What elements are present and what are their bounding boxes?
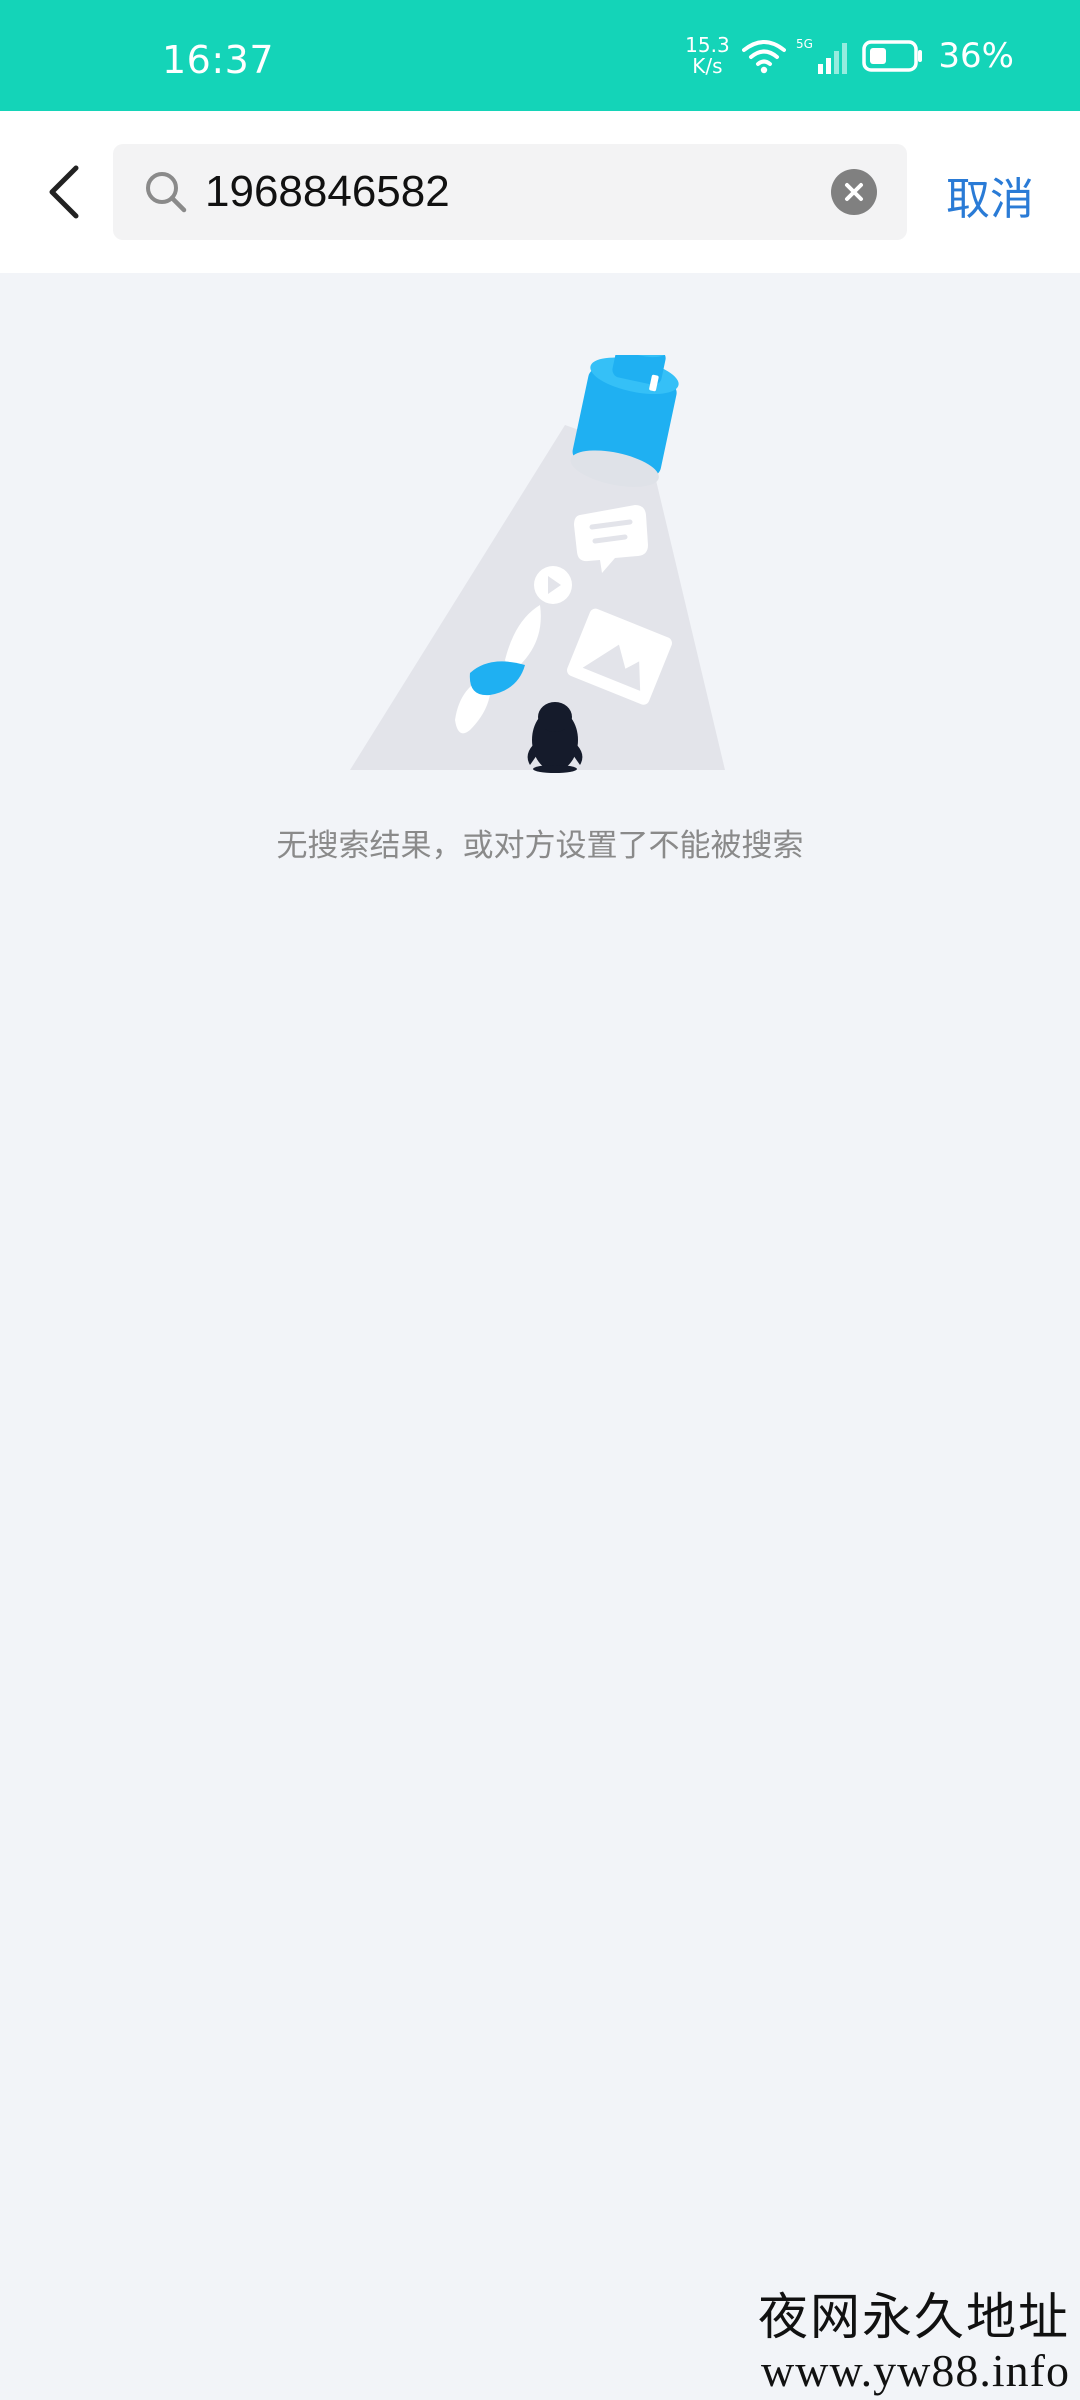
- search-box[interactable]: [113, 144, 907, 240]
- network-speed: 15.3 K/s: [682, 35, 732, 77]
- search-input[interactable]: [205, 144, 805, 240]
- light-beam: [350, 425, 725, 770]
- search-header: 取消: [0, 111, 1080, 273]
- watermark-url: www.yw88.info: [761, 2345, 1070, 2396]
- status-time: 16:37: [162, 38, 275, 82]
- cellular-signal-icon: 5G: [796, 37, 848, 74]
- back-button[interactable]: [34, 157, 94, 227]
- network-type-label: 5G: [796, 37, 813, 51]
- search-icon: [146, 172, 187, 213]
- status-icons: 15.3 K/s 5G 36%: [682, 30, 1014, 82]
- wifi-icon: [742, 40, 787, 74]
- watermark-title: 夜网永久地址: [758, 2288, 1070, 2346]
- chevron-left-icon: [49, 165, 79, 219]
- clear-circle-icon: [845, 183, 863, 201]
- watermark: 夜网永久地址 www.yw88.info: [758, 2288, 1070, 2396]
- network-speed-unit: K/s: [692, 54, 723, 78]
- battery-percent: 36%: [938, 36, 1014, 76]
- cancel-button[interactable]: 取消: [946, 163, 1034, 227]
- clear-button[interactable]: [831, 169, 877, 215]
- play-icon: [534, 566, 572, 604]
- status-bar: 16:37 15.3 K/s 5G 36%: [0, 0, 1080, 111]
- empty-state-illustration: [350, 355, 725, 773]
- empty-result-message: 无搜索结果，或对方设置了不能被搜索: [276, 828, 804, 864]
- battery-icon: [862, 40, 923, 72]
- network-speed-value: 15.3: [685, 33, 730, 57]
- flashlight-icon: [570, 355, 679, 487]
